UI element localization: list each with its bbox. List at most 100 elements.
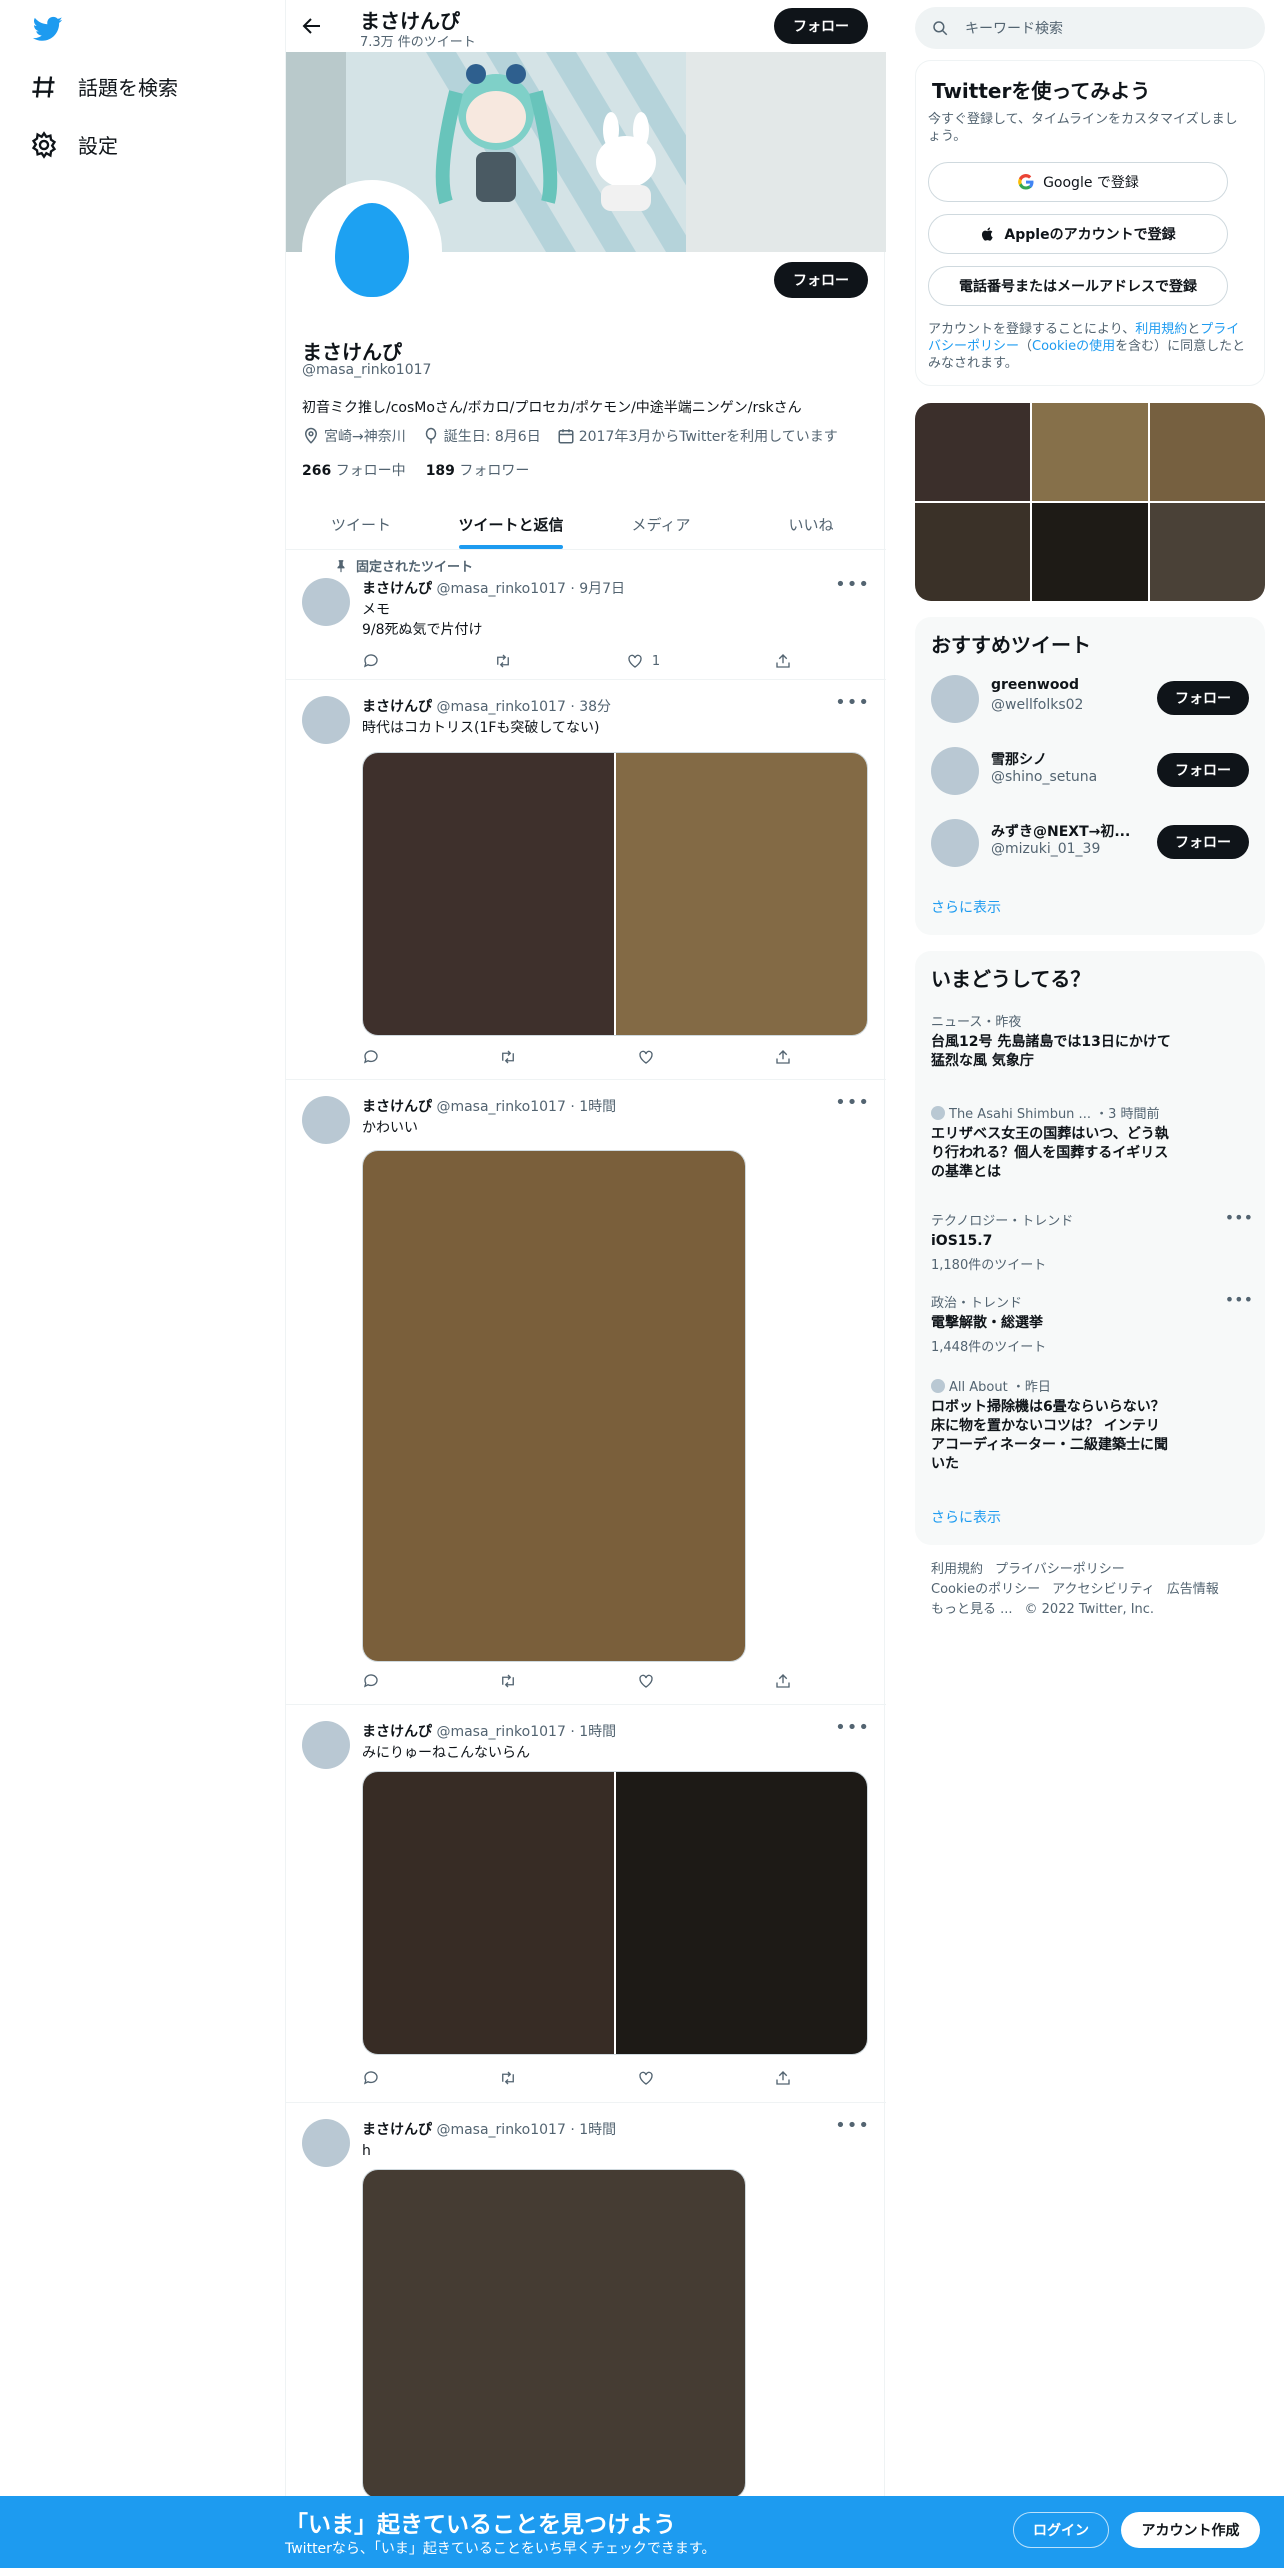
tab-tweets-and-replies[interactable]: ツイートと返信 <box>436 500 586 549</box>
back-arrow-icon[interactable] <box>300 14 324 38</box>
media-image[interactable] <box>616 753 867 1035</box>
nav-settings[interactable]: 設定 <box>30 130 118 159</box>
phone-email-signup-button[interactable]: 電話番号またはメールアドレスで登録 <box>928 266 1228 306</box>
reply-button[interactable] <box>362 1672 380 1690</box>
tweet-author-name[interactable]: まさけんぴ <box>362 2122 432 2138</box>
tweet-avatar[interactable] <box>302 1721 350 1769</box>
footer-terms-link[interactable]: 利用規約 <box>931 1562 983 1577</box>
media-image[interactable] <box>616 1772 867 2054</box>
tweet-avatar[interactable] <box>302 1096 350 1144</box>
profile-avatar[interactable] <box>302 180 442 320</box>
tweet-time[interactable]: 9月7日 <box>579 581 625 597</box>
tweet-time[interactable]: 1時間 <box>579 1099 616 1115</box>
media-thumbnail[interactable] <box>915 403 1031 501</box>
followers-link[interactable]: 189 フォロワー <box>426 460 530 480</box>
tweet-media[interactable] <box>362 1771 868 2055</box>
suggested-user-avatar[interactable] <box>931 819 979 867</box>
suggested-user[interactable]: 雪那シノ @shino_setuna フォロー <box>931 745 1253 797</box>
tweet-time[interactable]: 1時間 <box>579 2122 616 2138</box>
tweet-author-name[interactable]: まさけんぴ <box>362 699 432 715</box>
more-options-icon[interactable]: ••• <box>835 692 870 713</box>
more-options-icon[interactable]: ••• <box>835 1092 870 1113</box>
more-options-icon[interactable]: ••• <box>835 1717 870 1738</box>
media-image[interactable] <box>363 1772 614 2054</box>
header-follow-button[interactable]: フォロー <box>774 8 868 44</box>
tweet-avatar[interactable] <box>302 696 350 744</box>
suggested-user-name[interactable]: みずき@NEXT→初... <box>991 821 1141 841</box>
tweet-avatar[interactable] <box>302 578 350 626</box>
who-to-follow-show-more[interactable]: さらに表示 <box>931 897 1001 917</box>
media-thumbnail[interactable] <box>1149 403 1265 501</box>
tweet-avatar[interactable] <box>302 2119 350 2167</box>
terms-link[interactable]: 利用規約 <box>1135 322 1187 337</box>
retweet-button[interactable] <box>499 1048 517 1066</box>
like-button[interactable] <box>637 2069 655 2087</box>
tweet-media[interactable] <box>362 2169 746 2499</box>
profile-follow-button[interactable]: フォロー <box>774 262 868 298</box>
tab-media[interactable]: メディア <box>586 500 736 549</box>
more-options-icon[interactable]: ••• <box>835 2115 870 2136</box>
following-link[interactable]: 266 フォロー中 <box>302 460 406 480</box>
reply-button[interactable] <box>362 2069 380 2087</box>
footer-ads-link[interactable]: 広告情報 <box>1167 1582 1219 1597</box>
footer-cookie-link[interactable]: Cookieのポリシー <box>931 1582 1040 1597</box>
tweet-author-handle[interactable]: @masa_rinko1017 <box>436 581 565 597</box>
tweet-media[interactable] <box>362 1150 746 1662</box>
more-options-icon[interactable]: ••• <box>1225 1208 1253 1227</box>
trend-item[interactable]: 政治・トレンド 電撃解散・総選挙 1,448件のツイート ••• <box>931 1290 1253 1355</box>
tweet-author-name[interactable]: まさけんぴ <box>362 1099 432 1115</box>
suggested-user-name[interactable]: greenwood <box>991 677 1141 693</box>
suggested-user[interactable]: みずき@NEXT→初... @mizuki_01_39 フォロー <box>931 817 1253 869</box>
trend-item[interactable]: All About ・昨日 ロボット掃除機は6畳ならいらない？ 床に物を置かない… <box>931 1376 1253 1474</box>
cookie-link[interactable]: Cookieの使用 <box>1032 339 1115 354</box>
tweet-time[interactable]: 38分 <box>579 699 611 715</box>
tab-likes[interactable]: いいね <box>736 500 886 549</box>
login-button[interactable]: ログイン <box>1013 2512 1109 2548</box>
suggested-follow-button[interactable]: フォロー <box>1157 753 1249 787</box>
suggested-user[interactable]: greenwood @wellfolks02 フォロー <box>931 673 1253 725</box>
like-button[interactable] <box>637 1672 655 1690</box>
media-image[interactable] <box>363 1151 745 1661</box>
tweet-author-handle[interactable]: @masa_rinko1017 <box>436 699 565 715</box>
reply-button[interactable] <box>362 1048 380 1066</box>
suggested-follow-button[interactable]: フォロー <box>1157 825 1249 859</box>
trends-show-more[interactable]: さらに表示 <box>931 1507 1001 1527</box>
more-options-icon[interactable]: ••• <box>835 574 870 595</box>
tweet-author-name[interactable]: まさけんぴ <box>362 1724 432 1740</box>
search-input[interactable]: キーワード検索 <box>915 7 1265 49</box>
create-account-button[interactable]: アカウント作成 <box>1121 2512 1260 2548</box>
like-button[interactable] <box>637 1048 655 1066</box>
share-button[interactable] <box>774 1672 792 1690</box>
media-thumbnail[interactable] <box>1032 403 1148 501</box>
tweet-card[interactable]: まさけんぴ @masa_rinko1017 · 1時間 ••• h <box>286 2103 886 2503</box>
tweet-time[interactable]: 1時間 <box>579 1724 616 1740</box>
suggested-user-avatar[interactable] <box>931 675 979 723</box>
media-thumbnail[interactable] <box>1149 503 1265 601</box>
tweet-media[interactable] <box>362 752 868 1036</box>
tweet-card[interactable]: まさけんぴ @masa_rinko1017 · 1時間 ••• かわいい <box>286 1080 886 1705</box>
tweet-author-handle[interactable]: @masa_rinko1017 <box>436 2122 565 2138</box>
suggested-user-name[interactable]: 雪那シノ <box>991 749 1141 769</box>
tab-tweets[interactable]: ツイート <box>286 500 436 549</box>
suggested-follow-button[interactable]: フォロー <box>1157 681 1249 715</box>
trend-item[interactable]: ニュース・昨夜 台風12号 先島諸島では13日にかけて猛烈な風 気象庁 <box>931 1011 1253 1071</box>
retweet-button[interactable] <box>494 652 512 670</box>
tweet-author-name[interactable]: まさけんぴ <box>362 581 432 597</box>
retweet-button[interactable] <box>499 2069 517 2087</box>
footer-more-link[interactable]: もっと見る ... <box>931 1602 1013 1617</box>
media-thumbnail[interactable] <box>1032 503 1148 601</box>
media-thumbnail[interactable] <box>915 503 1031 601</box>
nav-explore[interactable]: 話題を検索 <box>30 72 178 101</box>
share-button[interactable] <box>774 2069 792 2087</box>
trend-item[interactable]: The Asahi Shimbun ... ・3 時間前 エリザベス女王の国葬は… <box>931 1103 1253 1182</box>
media-image[interactable] <box>363 753 614 1035</box>
google-signup-button[interactable]: Google で登録 <box>928 162 1228 202</box>
tweet-card[interactable]: まさけんぴ @masa_rinko1017 · 9月7日 ••• メモ 9/8死… <box>286 550 886 680</box>
reply-button[interactable] <box>362 652 380 670</box>
twitter-bird-icon[interactable] <box>30 14 66 44</box>
trend-item[interactable]: テクノロジー・トレンド iOS15.7 1,180件のツイート ••• <box>931 1208 1253 1273</box>
tweet-card[interactable]: まさけんぴ @masa_rinko1017 · 1時間 ••• みにりゅーねこん… <box>286 1705 886 2103</box>
share-button[interactable] <box>774 1048 792 1066</box>
retweet-button[interactable] <box>499 1672 517 1690</box>
media-image[interactable] <box>363 2170 745 2498</box>
